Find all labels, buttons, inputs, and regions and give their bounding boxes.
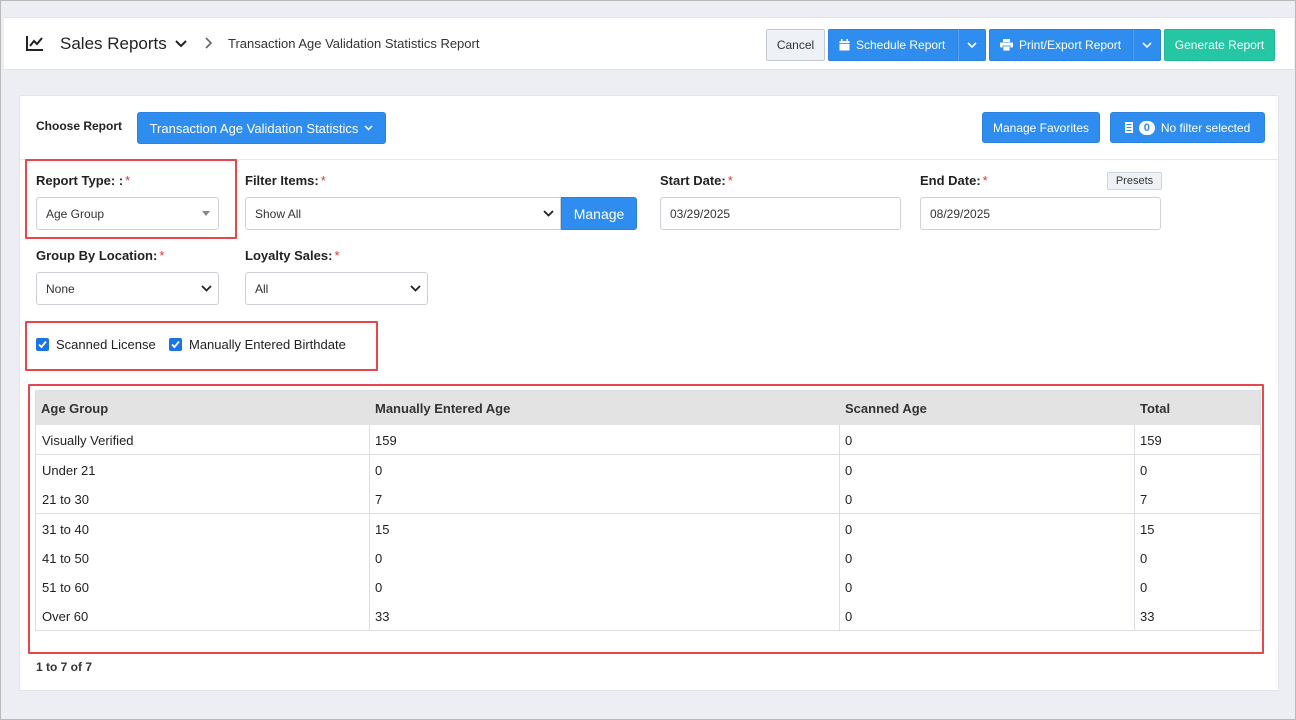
manage-favorites-button[interactable]: Manage Favorites xyxy=(982,112,1100,143)
start-date-label-text: Start Date: xyxy=(660,173,726,188)
breadcrumb-current: Transaction Age Validation Statistics Re… xyxy=(228,36,480,51)
filter-items-label: Filter Items: * xyxy=(245,173,326,188)
chevron-down-icon[interactable] xyxy=(174,38,188,50)
filter-status-button[interactable]: 0 No filter selected xyxy=(1110,112,1265,143)
header-bar: Sales Reports Transaction Age Validation… xyxy=(4,17,1294,70)
required-marker: * xyxy=(159,248,165,263)
loyalty-sales-select[interactable]: All xyxy=(245,272,428,305)
chevron-down-icon xyxy=(201,285,212,292)
chevron-down-icon xyxy=(543,210,554,217)
print-export-button[interactable]: Print/Export Report xyxy=(989,29,1133,61)
print-export-dropdown[interactable] xyxy=(1133,29,1161,61)
chevron-down-icon xyxy=(410,285,421,292)
manage-filter-button[interactable]: Manage xyxy=(561,197,637,230)
required-marker: * xyxy=(727,173,733,188)
chevron-down-icon xyxy=(364,125,373,131)
cancel-button[interactable]: Cancel xyxy=(766,29,825,61)
end-date-label: End Date: * xyxy=(920,173,988,188)
presets-button[interactable]: Presets xyxy=(1107,172,1162,190)
loyalty-label-text: Loyalty Sales: xyxy=(245,248,333,263)
line-chart-icon xyxy=(26,36,43,51)
end-date-label-text: End Date: xyxy=(920,173,981,188)
group-by-location-select[interactable]: None xyxy=(36,272,219,305)
highlight-checkboxes xyxy=(25,321,378,371)
highlight-report-type xyxy=(25,159,237,239)
choose-report-label: Choose Report xyxy=(36,119,123,133)
filter-icon xyxy=(1124,122,1133,133)
app-title[interactable]: Sales Reports xyxy=(60,34,167,54)
filter-status-label: No filter selected xyxy=(1160,120,1251,135)
generate-report-button[interactable]: Generate Report xyxy=(1164,29,1275,61)
calendar-icon xyxy=(839,39,850,51)
chevron-down-icon xyxy=(1142,41,1152,48)
loyalty-sales-label: Loyalty Sales: * xyxy=(245,248,340,263)
required-marker: * xyxy=(982,173,988,188)
chevron-down-icon xyxy=(967,41,977,48)
schedule-report-label: Schedule Report xyxy=(856,38,946,52)
end-date-input[interactable]: 08/29/2025 xyxy=(920,197,1161,230)
choose-report-dropdown[interactable]: Transaction Age Validation Statistics xyxy=(137,112,386,144)
group-by-location-label: Group By Location: * xyxy=(36,248,164,263)
filter-items-label-text: Filter Items: xyxy=(245,173,319,188)
selected-report-label: Transaction Age Validation Statistics xyxy=(149,120,359,136)
schedule-report-dropdown[interactable] xyxy=(958,29,986,61)
start-date-value: 03/29/2025 xyxy=(670,206,731,221)
highlight-table xyxy=(28,384,1264,654)
report-card: Choose Report Transaction Age Validation… xyxy=(19,95,1279,691)
schedule-report-button[interactable]: Schedule Report xyxy=(828,29,958,61)
required-marker: * xyxy=(320,173,326,188)
end-date-value: 08/29/2025 xyxy=(930,206,991,221)
printer-icon xyxy=(1000,39,1013,51)
group-by-value: None xyxy=(46,281,75,296)
print-export-label: Print/Export Report xyxy=(1019,38,1122,52)
required-marker: * xyxy=(334,248,340,263)
start-date-label: Start Date: * xyxy=(660,173,733,188)
chevron-right-icon xyxy=(205,37,213,49)
loyalty-value: All xyxy=(255,281,269,296)
filter-count-badge: 0 xyxy=(1138,120,1155,135)
app-window: Sales Reports Transaction Age Validation… xyxy=(0,0,1296,720)
group-by-label-text: Group By Location: xyxy=(36,248,158,263)
pagination-summary: 1 to 7 of 7 xyxy=(36,660,93,674)
filter-items-select[interactable]: Show All xyxy=(245,197,561,230)
start-date-input[interactable]: 03/29/2025 xyxy=(660,197,901,230)
filter-items-value: Show All xyxy=(255,206,302,221)
